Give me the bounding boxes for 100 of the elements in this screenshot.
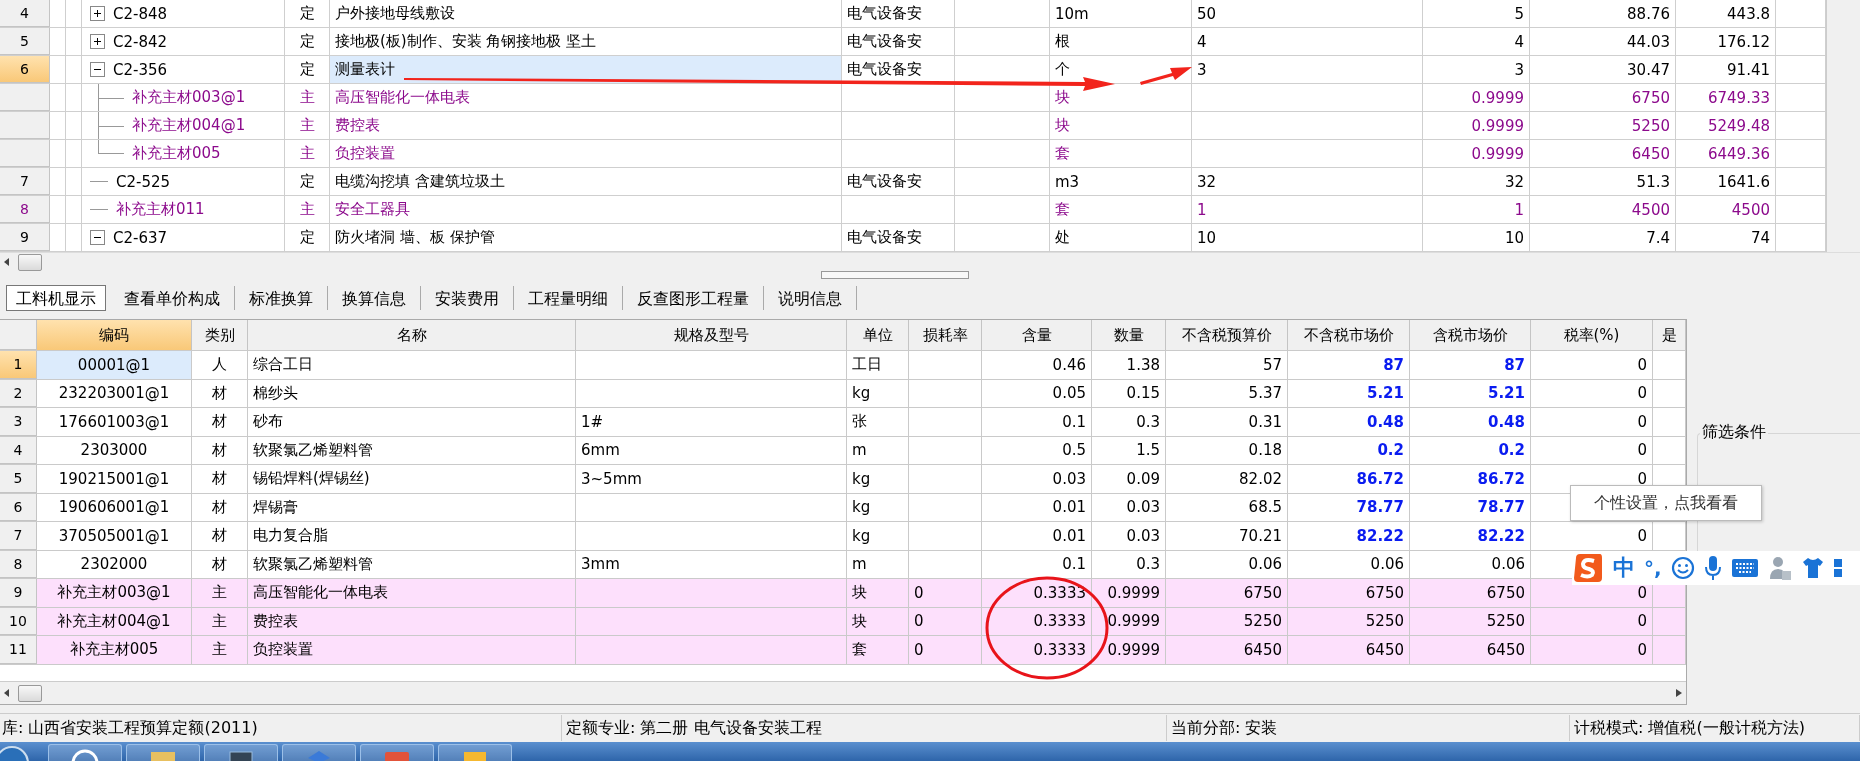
microphone-icon[interactable] [1703, 555, 1722, 581]
price-cell: 30.47 [1530, 56, 1676, 83]
row-header[interactable]: 7 [0, 522, 37, 550]
price-cell: 5.21 [1288, 379, 1410, 407]
name-cell: 软聚氯乙烯塑料管 [248, 436, 576, 464]
taskbar-button[interactable] [282, 744, 356, 761]
tab[interactable]: 说明信息 [764, 286, 857, 310]
content-cell: 0.5 [982, 436, 1092, 464]
quantity-cell: 1.5 [1092, 436, 1166, 464]
type-cell: 定 [285, 0, 330, 27]
price-cell: 0.18 [1166, 436, 1288, 464]
keyboard-icon[interactable] [1730, 557, 1759, 579]
name-cell: 砂布 [248, 408, 576, 436]
row-header[interactable]: 3 [0, 408, 37, 436]
code-cell: 190606001@1 [37, 493, 192, 521]
horizontal-scrollbar[interactable] [0, 252, 1860, 271]
tab[interactable]: 工料机显示 [6, 285, 106, 311]
splitter-handle[interactable] [821, 271, 969, 279]
price-cell: 6450 [1288, 636, 1410, 664]
code-cell: 370505001@1 [37, 522, 192, 550]
smiley-icon[interactable] [1670, 556, 1695, 580]
taskbar-button[interactable] [48, 744, 122, 761]
horizontal-scrollbar[interactable] [0, 681, 1686, 704]
content-cell: 0.3333 [982, 636, 1092, 664]
row-header[interactable]: 11 [0, 636, 37, 664]
expression-cell: 10 [1192, 224, 1423, 251]
name-cell: 负控装置 [248, 636, 576, 664]
price-cell: 6450 [1530, 140, 1676, 167]
ime-logo-icon[interactable] [1572, 552, 1604, 584]
expression-cell: 50 [1192, 0, 1423, 27]
expand-toggle[interactable] [90, 6, 105, 21]
row-header[interactable]: 5 [0, 28, 50, 55]
price-cell: 5250 [1166, 607, 1288, 635]
tooltip-text: 个性设置，点我看看 [1594, 492, 1738, 514]
scroll-right-icon[interactable] [1676, 689, 1682, 697]
price-cell: 86.72 [1410, 465, 1531, 493]
spec-cell: 1# [576, 408, 847, 436]
total-cell: 176.12 [1676, 28, 1776, 55]
expand-toggle[interactable] [90, 62, 105, 77]
price-cell: 0.31 [1166, 408, 1288, 436]
status-text: 计税模式: 增值税(一般计税方法) [1570, 715, 1860, 741]
column-header[interactable]: 编码 [37, 320, 192, 350]
total-cell: 6449.36 [1676, 140, 1776, 167]
expand-toggle[interactable] [90, 34, 105, 49]
name-cell: 费控表 [330, 112, 842, 139]
row-header[interactable]: 6 [0, 56, 50, 83]
unit-cell: m [847, 436, 909, 464]
taskbar-button[interactable] [438, 744, 512, 761]
tab[interactable]: 查看单价构成 [110, 286, 235, 310]
name-cell: 安全工器具 [330, 196, 842, 223]
tab[interactable]: 安装费用 [421, 286, 514, 310]
tax-rate-cell: 0 [1531, 408, 1653, 436]
row-header[interactable]: 1 [0, 351, 37, 379]
folder-icon [148, 749, 178, 761]
expand-toggle[interactable] [90, 230, 105, 245]
price-cell: 6750 [1530, 84, 1676, 111]
scroll-thumb[interactable] [18, 684, 42, 702]
scroll-thumb[interactable] [18, 253, 42, 271]
row-header[interactable]: 9 [0, 579, 37, 607]
shirt-icon[interactable] [1800, 556, 1825, 580]
scroll-left-icon[interactable] [4, 258, 10, 266]
row-header[interactable]: 5 [0, 465, 37, 493]
taskbar-button[interactable] [126, 744, 200, 761]
quantity-cell: 0.9999 [1092, 636, 1166, 664]
row-header[interactable]: 9 [0, 224, 50, 251]
price-cell: 78.77 [1410, 493, 1531, 521]
row-header[interactable]: 8 [0, 196, 50, 223]
price-cell: 5.21 [1410, 379, 1531, 407]
quantity-cell: 0.3 [1092, 408, 1166, 436]
punctuation-toggle[interactable]: °, [1644, 556, 1662, 580]
specialty-cell: 电气设备安 [842, 168, 955, 195]
price-cell: 78.77 [1288, 493, 1410, 521]
specialty-cell: 电气设备安 [842, 224, 955, 251]
grid-icon[interactable] [1833, 556, 1844, 580]
tab[interactable]: 反查图形工程量 [623, 286, 764, 310]
name-cell: 测量表计 [330, 56, 842, 83]
row-header[interactable]: 7 [0, 168, 50, 195]
tab[interactable]: 工程量明细 [514, 286, 623, 310]
row-header[interactable]: 6 [0, 493, 37, 521]
taskbar-button[interactable] [204, 744, 278, 761]
name-cell: 户外接地母线敷设 [330, 0, 842, 27]
type-cell: 主 [285, 140, 330, 167]
content-cell: 0.01 [982, 493, 1092, 521]
code-cell: 00001@1 [37, 351, 192, 379]
row-header[interactable]: 4 [0, 436, 37, 464]
status-text: 定额专业: 第二册 电气设备安装工程 [562, 715, 1167, 741]
ie-icon [70, 749, 100, 761]
scroll-left-icon[interactable] [4, 689, 10, 697]
content-cell: 0.3333 [982, 607, 1092, 635]
tab[interactable]: 标准换算 [235, 286, 328, 310]
specialty-cell: 电气设备安 [842, 0, 955, 27]
tab[interactable]: 换算信息 [328, 286, 421, 310]
row-header[interactable]: 2 [0, 379, 37, 407]
row-header[interactable]: 8 [0, 550, 37, 578]
row-header[interactable]: 10 [0, 607, 37, 635]
user-icon[interactable] [1767, 555, 1792, 581]
total-cell: 91.41 [1676, 56, 1776, 83]
tax-rate-cell: 0 [1531, 607, 1653, 635]
row-header[interactable]: 4 [0, 0, 50, 27]
spec-cell: 6mm [576, 436, 847, 464]
